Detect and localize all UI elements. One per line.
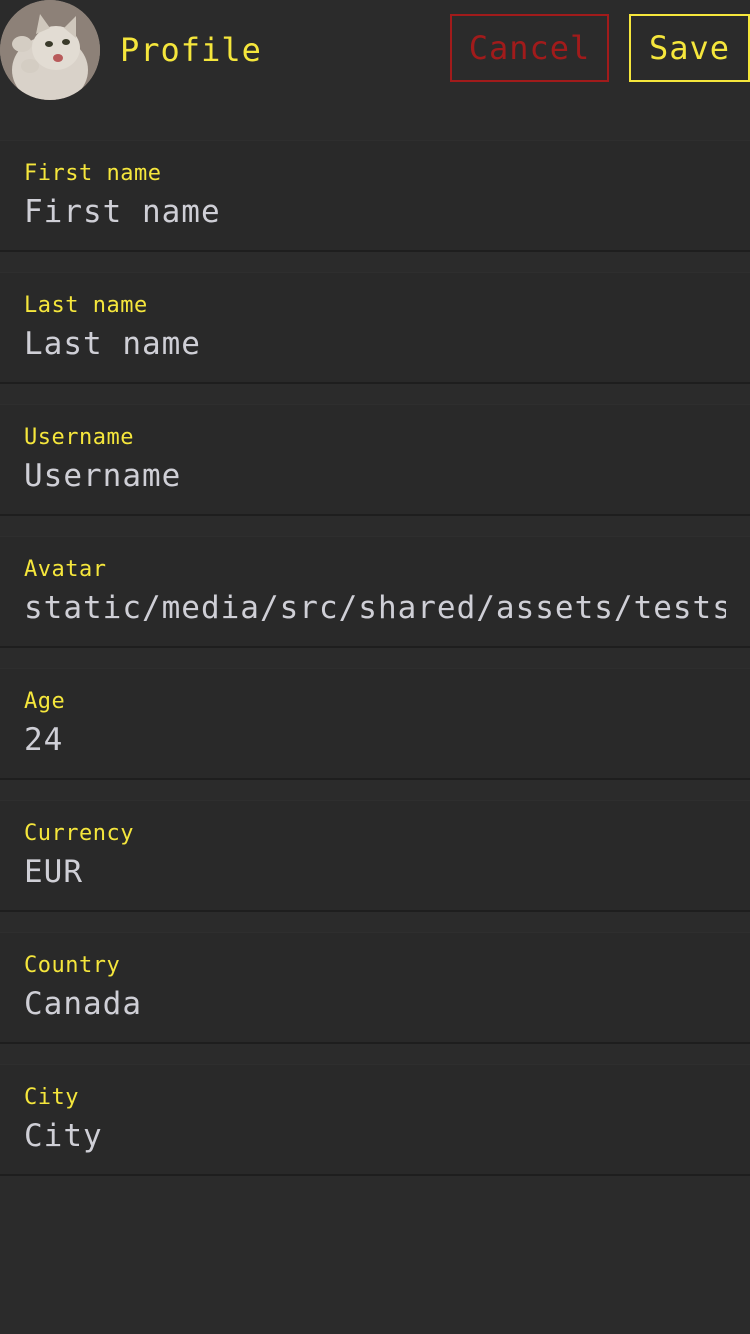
field-label: City bbox=[24, 1085, 79, 1110]
field-label: Avatar bbox=[24, 557, 107, 582]
first-name-input[interactable]: First name bbox=[24, 192, 726, 236]
field-label: Last name bbox=[24, 293, 148, 318]
age-input[interactable]: 24 bbox=[24, 720, 726, 764]
username-input[interactable]: Username bbox=[24, 456, 726, 500]
city-field[interactable]: City City bbox=[0, 1064, 750, 1176]
field-label: First name bbox=[24, 161, 162, 186]
country-select[interactable]: Canada bbox=[24, 984, 726, 1028]
cancel-button[interactable]: Cancel bbox=[450, 14, 609, 82]
city-input[interactable]: City bbox=[24, 1116, 726, 1160]
field-label: Username bbox=[24, 425, 134, 450]
field-label: Country bbox=[24, 953, 121, 978]
username-field[interactable]: Username Username bbox=[0, 404, 750, 516]
currency-field[interactable]: Currency EUR bbox=[0, 800, 750, 912]
last-name-input[interactable]: Last name bbox=[24, 324, 726, 368]
first-name-field[interactable]: First name First name bbox=[0, 140, 750, 252]
field-label: Currency bbox=[24, 821, 134, 846]
field-label: Age bbox=[24, 689, 66, 714]
currency-select[interactable]: EUR bbox=[24, 852, 726, 896]
avatar bbox=[0, 0, 100, 100]
cat-avatar-icon bbox=[0, 0, 100, 100]
avatar-field[interactable]: Avatar static/media/src/shared/assets/te… bbox=[0, 536, 750, 648]
page-title: Profile bbox=[120, 31, 262, 69]
profile-header: Profile Cancel Save bbox=[0, 0, 750, 100]
country-field[interactable]: Country Canada bbox=[0, 932, 750, 1044]
last-name-field[interactable]: Last name Last name bbox=[0, 272, 750, 384]
save-button[interactable]: Save bbox=[629, 14, 750, 82]
avatar-input[interactable]: static/media/src/shared/assets/tests/ bbox=[24, 588, 726, 632]
age-field[interactable]: Age 24 bbox=[0, 668, 750, 780]
